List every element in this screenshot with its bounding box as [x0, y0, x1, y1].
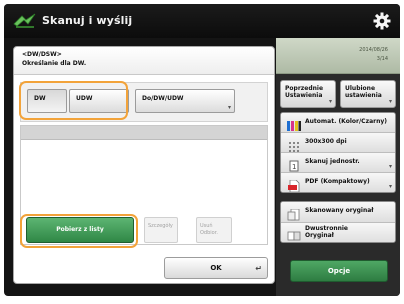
- gear-icon[interactable]: [372, 11, 392, 31]
- favorite-settings-button[interactable]: Ulubione ustawienia ▾: [340, 80, 396, 108]
- scan-sides-label: Skanuj jednostr.: [305, 158, 360, 165]
- remove-recipient-button[interactable]: Usuń Odbior.: [196, 217, 232, 243]
- to-cc-bcc-label: Do/DW/UDW: [142, 95, 184, 102]
- color-mode-icon: [287, 117, 301, 131]
- resolution-option[interactable]: 300x300 dpi: [281, 133, 395, 153]
- cc-bcc-dialog: <DW/DSW> Określanie dla DW. DW UDW Do/DW…: [13, 46, 275, 284]
- favorite-settings-label-2: ustawienia: [345, 92, 382, 99]
- remove-label-2: Odbior.: [200, 230, 218, 236]
- title-bar: Skanuj i wyślij: [4, 4, 400, 38]
- favorite-settings-label-1: Ulubione: [345, 85, 376, 92]
- color-mode-label: Automat. (Kolor/Czarny): [305, 118, 388, 125]
- enter-icon: ↵: [255, 264, 262, 273]
- recipient-type-selector: DW UDW Do/DW/UDW ▾: [20, 82, 268, 122]
- duplex-original-label: Dwustronnie Oryginał: [305, 225, 348, 239]
- address-book-button[interactable]: Pobierz z listy: [26, 217, 134, 243]
- to-cc-bcc-button[interactable]: Do/DW/UDW ▾: [135, 89, 235, 113]
- scan-send-icon: [13, 11, 37, 31]
- dialog-subtitle: Określanie dla DW.: [22, 60, 87, 67]
- cc-button[interactable]: DW: [27, 89, 67, 113]
- resolution-icon: [287, 137, 301, 152]
- previous-settings-label-2: Ustawienia: [285, 92, 323, 99]
- chevron-down-icon: ▾: [388, 163, 392, 170]
- scan-sides-option[interactable]: 1 Skanuj jednostr. ▾: [281, 153, 395, 173]
- recipient-actions: Pobierz z listy Szczegóły Usuń Odbior.: [20, 213, 268, 249]
- options-button[interactable]: Opcje: [290, 260, 388, 282]
- file-format-option[interactable]: PDF (Kompaktowy) ▾: [281, 173, 395, 192]
- chevron-down-icon: ▾: [388, 183, 392, 190]
- original-size-label: Skanowany oryginał: [305, 207, 374, 214]
- status-date: 2014/08/26: [359, 47, 388, 53]
- original-size-option[interactable]: Skanowany oryginał: [281, 202, 395, 223]
- duplex-icon: [287, 227, 301, 241]
- chevron-down-icon: ▾: [328, 98, 332, 105]
- resolution-label: 300x300 dpi: [305, 138, 347, 145]
- recipient-list-header: [21, 126, 267, 140]
- duplex-original-option[interactable]: Dwustronnie Oryginał: [281, 223, 395, 242]
- status-area: 2014/08/26 3/14: [276, 38, 400, 74]
- remove-label-1: Usuń: [200, 223, 213, 229]
- status-counter: 3/14: [376, 56, 388, 62]
- one-sided-icon: 1: [287, 157, 301, 172]
- pdf-file-icon: [287, 177, 301, 192]
- details-button[interactable]: Szczegóły: [144, 217, 178, 243]
- duplex-label-2: Oryginał: [305, 232, 334, 239]
- svg-text:1: 1: [292, 163, 296, 171]
- page-title: Skanuj i wyślij: [42, 14, 133, 27]
- chevron-down-icon: ▾: [388, 98, 392, 105]
- original-size-icon: [287, 206, 301, 221]
- duplex-label-1: Dwustronnie: [305, 225, 348, 232]
- screen: Skanuj i wyślij 2014/08/26 3/14 Poprzedn…: [4, 4, 400, 296]
- scan-options-list: Automat. (Kolor/Czarny) 300x300 dpi 1 Sk…: [280, 112, 396, 193]
- file-format-label: PDF (Kompaktowy): [305, 178, 370, 185]
- original-options-list: Skanowany oryginał Dwustronnie Oryginał: [280, 201, 396, 243]
- ok-label: OK: [210, 264, 222, 272]
- dialog-header: <DW/DSW> Określanie dla DW.: [14, 47, 274, 75]
- dialog-title: <DW/DSW>: [22, 51, 62, 58]
- ok-button[interactable]: OK ↵: [164, 257, 268, 279]
- chevron-down-icon: ▾: [227, 104, 231, 111]
- previous-settings-label-1: Poprzednie: [285, 85, 324, 92]
- previous-settings-button[interactable]: Poprzednie Ustawienia ▾: [280, 80, 336, 108]
- bcc-button[interactable]: UDW: [69, 89, 129, 113]
- settings-panel: Poprzednie Ustawienia ▾ Ulubione ustawie…: [276, 74, 400, 296]
- color-mode-option[interactable]: Automat. (Kolor/Czarny): [281, 113, 395, 133]
